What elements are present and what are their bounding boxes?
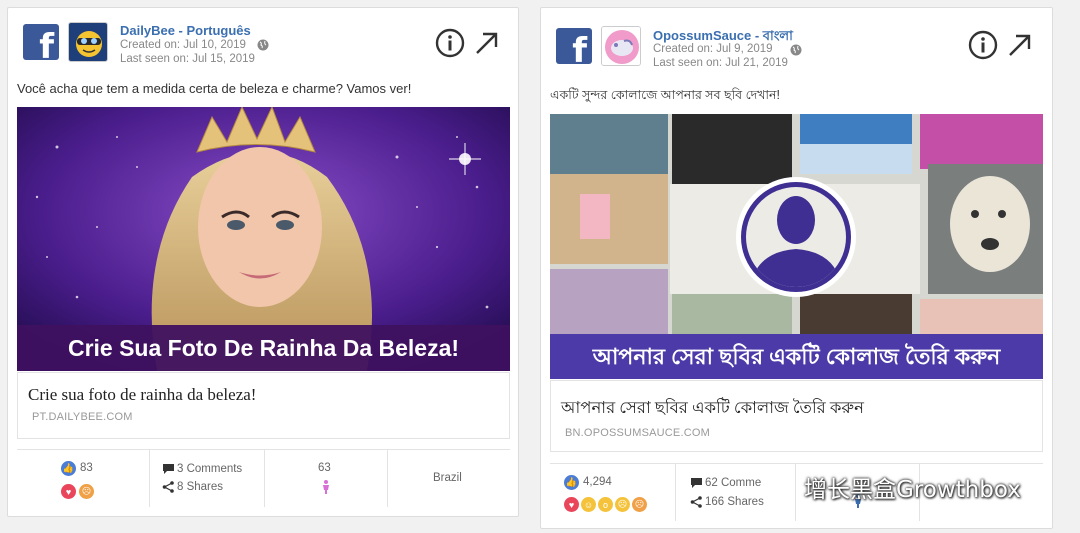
last-seen-date: Last seen on: Jul 15, 2019 [120,53,255,65]
like-icon: 👍 [61,461,76,476]
link-domain: PT.DAILYBEE.COM [32,411,133,423]
last-seen-date: Last seen on: Jul 21, 2019 [653,57,788,69]
angry-icon: ☹ [632,497,647,512]
external-link-icon[interactable] [1007,32,1033,58]
engagement-stats: 👍 83 ♥ ☹ 3 Comments 8 Shares 63 Brazil [17,449,510,507]
banner-text: Crie Sua Foto De Rainha Da Beleza! [67,335,460,361]
banner-text: আপনার সেরা ছবির একটি কোলাজ তৈরি করুন [592,344,1001,369]
wow-icon: o [598,497,613,512]
link-title[interactable]: আপনার সেরা ছবির একটি কোলাজ তৈরি করুন [561,395,864,422]
person-icon [323,480,329,494]
comments-count[interactable]: 3 Comments [177,463,242,475]
comment-icon [163,464,174,474]
link-preview[interactable]: Crie sua foto de rainha da beleza! PT.DA… [17,372,510,439]
love-icon: ♥ [61,484,76,499]
ad-card-dailybee: f DailyBee - Português Created on: Jul 1… [7,7,519,517]
reactions-column: 👍 4,294 ♥ ☺ o ☹ ☹ [550,464,676,521]
link-domain: BN.OPOSSUMSAUCE.COM [565,427,710,439]
likes-count: 4,294 [583,476,612,488]
page-avatar[interactable] [68,22,108,62]
like-icon: 👍 [564,475,579,490]
country-column: Brazil [388,450,510,507]
post-text: Você acha que tem a medida certa de bele… [17,81,412,96]
comments-count[interactable]: 62 Comme [705,477,761,489]
page-name[interactable]: DailyBee - Português [120,23,251,38]
info-icon[interactable] [435,28,465,58]
watermark-text: 增长黑盒Growthbox [804,477,1021,503]
ad-creative-image[interactable]: আপনার সেরা ছবির একটি কোলাজ তৈরি করুন [550,114,1043,379]
globe-icon [257,39,269,51]
created-date: Created on: Jul 9, 2019 [653,43,773,55]
reactions-column: 👍 83 ♥ ☹ [17,450,150,507]
share-icon [162,481,174,493]
angry-icon: ☹ [79,484,94,499]
wechat-icon [760,472,796,501]
haha-icon: ☺ [581,497,596,512]
created-date: Created on: Jul 10, 2019 [120,39,246,51]
post-text: একটি সুন্দর কোলাজে আপনার সব ছবি দেখান! [550,88,780,102]
sad-icon: ☹ [615,497,630,512]
audience-column: 63 [265,450,388,507]
link-title[interactable]: Crie sua foto de rainha da beleza! [28,385,256,405]
info-icon[interactable] [968,30,998,60]
facebook-icon: f [23,24,59,60]
page-avatar[interactable] [601,26,641,66]
comments-column: 3 Comments 8 Shares [150,450,265,507]
comment-icon [691,478,702,488]
country: Brazil [433,472,462,484]
shares-count[interactable]: 166 Shares [705,496,764,508]
ad-creative-image[interactable]: Crie Sua Foto De Rainha Da Beleza! [17,107,510,371]
shares-count[interactable]: 8 Shares [177,481,223,493]
audience-count: 63 [318,462,331,474]
likes-count: 83 [80,462,93,474]
external-link-icon[interactable] [474,30,500,56]
facebook-icon: f [556,28,592,64]
ad-card-opossumsauce: f OpossumSauce - বাংলা Created on: Jul 9… [540,7,1053,529]
love-icon: ♥ [564,497,579,512]
globe-icon [790,44,802,56]
link-preview[interactable]: আপনার সেরা ছবির একটি কোলাজ তৈরি করুন BN.… [550,380,1043,452]
share-icon [690,496,702,508]
